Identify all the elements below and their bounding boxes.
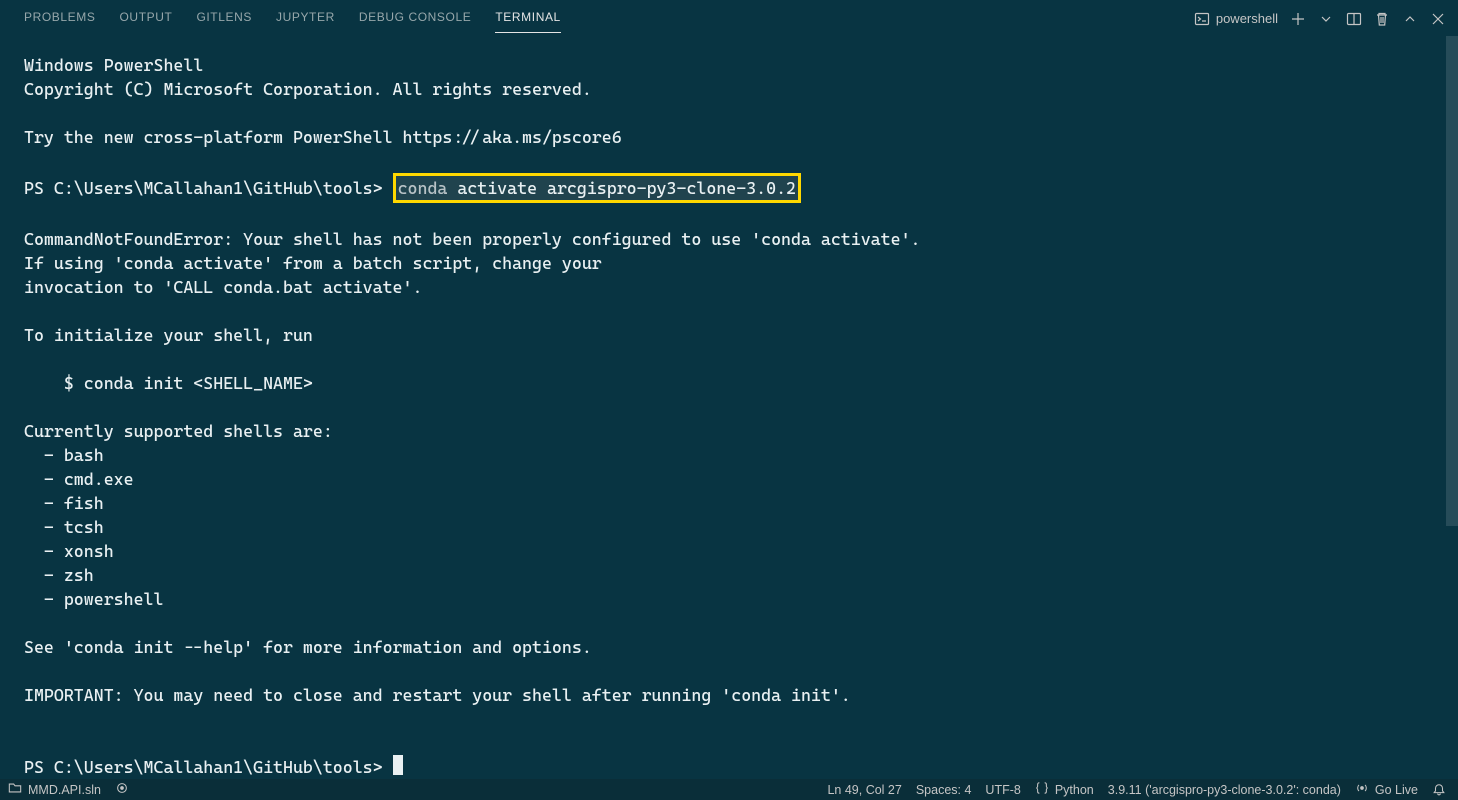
terminal-line: Windows PowerShell: [24, 55, 203, 75]
split-terminal-button[interactable]: [1346, 11, 1362, 27]
language-mode[interactable]: Python: [1035, 781, 1094, 798]
terminal-line: See 'conda init --help' for more informa…: [24, 637, 592, 657]
terminal-line: - tcsh: [24, 517, 104, 537]
command-args: activate arcgispro-py3-clone-3.0.2: [447, 178, 796, 198]
terminal-line: - xonsh: [24, 541, 114, 561]
folder-icon: [8, 781, 22, 798]
target-icon: [115, 781, 129, 798]
terminal-output[interactable]: Windows PowerShell Copyright (C) Microso…: [0, 33, 1458, 779]
terminal-profile-label: powershell: [1216, 11, 1278, 26]
new-terminal-button[interactable]: [1290, 11, 1306, 27]
terminal-line: $ conda init <SHELL_NAME>: [24, 373, 313, 393]
terminal-prompt: PS C:\Users\MCallahan1\GitHub\tools>: [24, 178, 393, 198]
panel-tabs: PROBLEMS OUTPUT GITLENS JUPYTER DEBUG CO…: [24, 4, 561, 33]
terminal-line: - powershell: [24, 589, 163, 609]
highlighted-command: conda activate arcgispro-py3-clone-3.0.2: [393, 173, 801, 203]
python-interpreter[interactable]: 3.9.11 ('arcgispro-py3-clone-3.0.2': con…: [1108, 783, 1341, 797]
terminal-profile-selector[interactable]: powershell: [1194, 11, 1278, 27]
terminal-line: - fish: [24, 493, 104, 513]
trash-icon[interactable]: [1374, 11, 1390, 27]
command-keyword: conda: [398, 178, 448, 198]
tab-output[interactable]: OUTPUT: [120, 4, 173, 33]
tab-gitlens[interactable]: GITLENS: [196, 4, 252, 33]
tab-debug-console[interactable]: DEBUG CONSOLE: [359, 4, 472, 33]
terminal-line: - bash: [24, 445, 104, 465]
terminal-prompt: PS C:\Users\MCallahan1\GitHub\tools>: [24, 757, 393, 777]
terminal-line: Try the new cross-platform PowerShell ht…: [24, 127, 622, 147]
solution-label: MMD.API.sln: [28, 783, 101, 797]
tab-jupyter[interactable]: JUPYTER: [276, 4, 335, 33]
notifications-icon[interactable]: [1432, 783, 1446, 797]
tab-problems[interactable]: PROBLEMS: [24, 4, 96, 33]
solution-item[interactable]: MMD.API.sln: [8, 781, 101, 798]
terminal-line: - zsh: [24, 565, 94, 585]
terminal-line: To initialize your shell, run: [24, 325, 313, 345]
terminal-line: Copyright (C) Microsoft Corporation. All…: [24, 79, 592, 99]
terminal-cursor: [393, 755, 403, 775]
terminal-scrollbar[interactable]: [1446, 36, 1458, 526]
panel-actions: powershell: [1194, 11, 1446, 27]
terminal-line: - cmd.exe: [24, 469, 134, 489]
indentation[interactable]: Spaces: 4: [916, 783, 972, 797]
close-panel-button[interactable]: [1430, 11, 1446, 27]
go-live-button[interactable]: Go Live: [1355, 781, 1418, 798]
terminal-icon: [1194, 11, 1210, 27]
terminal-line: invocation to 'CALL conda.bat activate'.: [24, 277, 422, 297]
status-bar: MMD.API.sln Ln 49, Col 27 Spaces: 4 UTF-…: [0, 779, 1458, 800]
terminal-line: CommandNotFoundError: Your shell has not…: [24, 229, 920, 249]
terminal-line: IMPORTANT: You may need to close and res…: [24, 685, 851, 705]
broadcast-icon: [1355, 781, 1369, 798]
debug-target-item[interactable]: [115, 781, 129, 798]
chevron-up-icon[interactable]: [1402, 11, 1418, 27]
encoding[interactable]: UTF-8: [985, 783, 1020, 797]
terminal-line: Currently supported shells are:: [24, 421, 333, 441]
cursor-position[interactable]: Ln 49, Col 27: [827, 783, 901, 797]
tab-terminal[interactable]: TERMINAL: [495, 4, 560, 33]
braces-icon: [1035, 781, 1049, 798]
terminal-line: If using 'conda activate' from a batch s…: [24, 253, 602, 273]
panel-header: PROBLEMS OUTPUT GITLENS JUPYTER DEBUG CO…: [0, 0, 1458, 33]
terminal-dropdown-icon[interactable]: [1318, 11, 1334, 27]
